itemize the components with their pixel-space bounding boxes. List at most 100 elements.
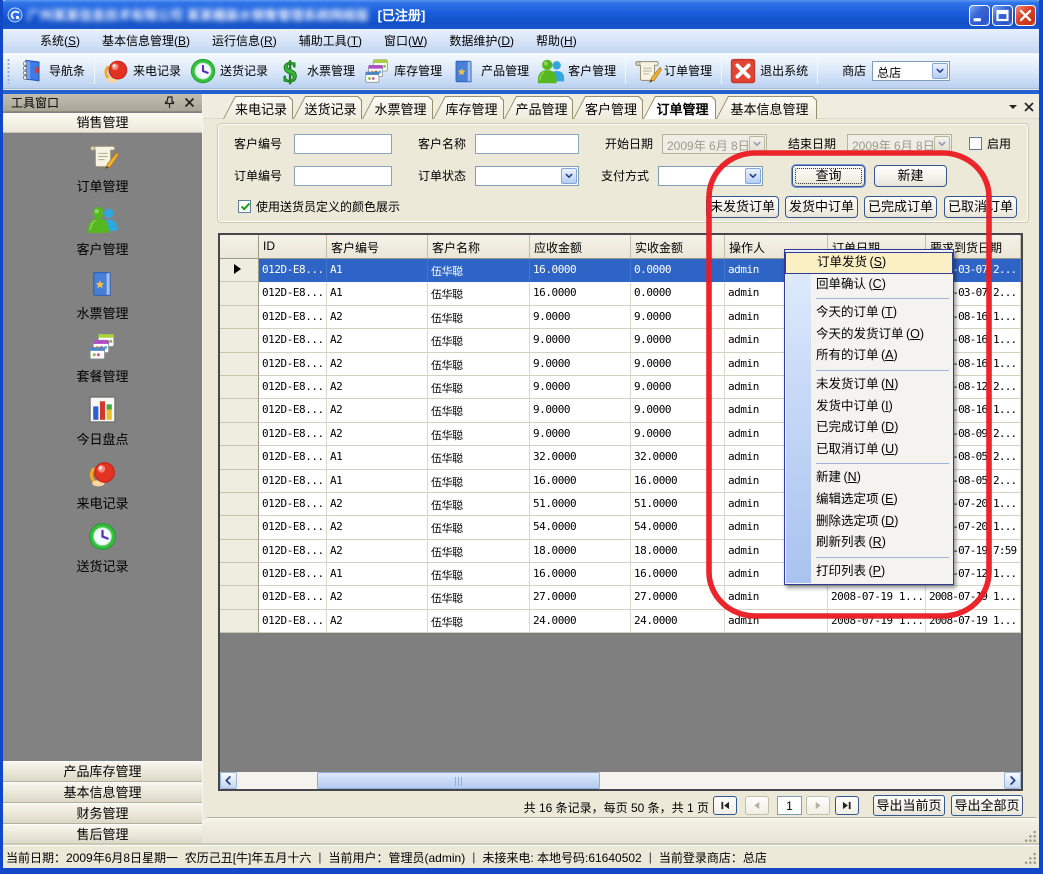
table-row-16[interactable]: 012D-E8...A2伍华聪24.000024.0000admin2008-0… (220, 610, 1021, 633)
context-menu-item-删除选定项[interactable]: 删除选定项 (D) (785, 511, 953, 533)
prev-page-button[interactable] (745, 796, 769, 815)
query-button[interactable]: 查询 (792, 165, 865, 187)
restore-button[interactable] (992, 5, 1013, 26)
end-date-picker[interactable]: 2009年 6月 8日 (847, 134, 952, 154)
context-menu-item-新建[interactable]: 新建 (N) (785, 467, 953, 489)
status-filter-button-2[interactable]: 发货中订单 (785, 196, 858, 218)
enable-checkbox[interactable] (969, 137, 982, 150)
sidebar-item-3[interactable]: 水票管理 (3, 267, 202, 322)
sidebar-stack-bar-2[interactable]: 基本信息管理 (3, 782, 202, 803)
page-number-input[interactable]: 1 (777, 796, 802, 815)
title-bar[interactable]: 广州某某信息技术有限公司 某某桶装水销售管理系统网络版 [已注册] (0, 0, 1043, 29)
column-header-2[interactable]: 客户编号 (327, 235, 428, 258)
toolbar-button-6[interactable]: 产品管理 (447, 55, 534, 87)
customer-name-input[interactable] (475, 134, 579, 154)
toolbar-button-7[interactable]: 客户管理 (534, 55, 621, 87)
cell: 2008-07-19 1... (926, 610, 1021, 633)
context-menu-item-打印列表[interactable]: 打印列表 (P) (785, 561, 953, 583)
pay-method-select[interactable] (658, 166, 763, 186)
toolbar-grip (7, 58, 10, 84)
toolbar-button-2[interactable]: 来电记录 (99, 55, 186, 87)
status-filter-button-3[interactable]: 已完成订单 (864, 196, 937, 218)
menu-item-H[interactable]: 帮助(H) (525, 31, 588, 51)
new-button[interactable]: 新建 (874, 165, 947, 187)
tab-scroll-chevron-icon[interactable] (1007, 102, 1019, 112)
column-header-4[interactable]: 应收金额 (530, 235, 631, 258)
export-current-page-button[interactable]: 导出当前页 (873, 795, 945, 816)
toolbar-button-8[interactable]: 订单管理 (630, 55, 717, 87)
menu-item-W[interactable]: 窗口(W) (373, 31, 438, 51)
toolbar-button-5[interactable]: 库存管理 (360, 55, 447, 87)
tab-8[interactable]: 基本信息管理 (716, 96, 817, 119)
order-status-select[interactable] (475, 166, 579, 186)
order-code-input[interactable] (294, 166, 392, 186)
sidebar-stack-bar-1[interactable]: 产品库存管理 (3, 761, 202, 782)
context-menu-item-未发货订单[interactable]: 未发货订单 (N) (785, 374, 953, 396)
tab-3[interactable]: 水票管理 (362, 96, 433, 119)
minimize-button[interactable] (969, 5, 990, 26)
context-menu-item-今天的订单[interactable]: 今天的订单 (T) (785, 302, 953, 324)
sidebar-item-2[interactable]: 客户管理 (3, 203, 202, 258)
column-header-1[interactable]: ID (259, 235, 327, 258)
context-menu-item-今天的发货订单[interactable]: 今天的发货订单 (O) (785, 324, 953, 346)
column-header-3[interactable]: 客户名称 (428, 235, 530, 258)
scroll-left-button[interactable] (220, 772, 237, 789)
sidebar-group-header[interactable]: 销售管理 (3, 113, 202, 133)
status-filter-button-4[interactable]: 已取消订单 (944, 196, 1017, 218)
context-menu-item-发货中订单[interactable]: 发货中订单 (I) (785, 396, 953, 418)
sidebar-item-6[interactable]: 来电记录 (3, 457, 202, 512)
tab-close-icon[interactable] (1023, 102, 1035, 112)
scrollbar-thumb[interactable] (317, 772, 600, 789)
pin-icon[interactable] (163, 96, 176, 109)
app-icon (7, 7, 23, 23)
shop-select[interactable]: 总店 (872, 61, 950, 81)
next-page-button[interactable] (806, 796, 830, 815)
customer-code-input[interactable] (294, 134, 392, 154)
cell: 伍华聪 (428, 306, 530, 329)
menu-item-T[interactable]: 辅助工具(T) (288, 31, 373, 51)
menu-item-B[interactable]: 基本信息管理(B) (91, 31, 201, 51)
context-menu-item-已完成订单[interactable]: 已完成订单 (D) (785, 417, 953, 439)
last-page-button[interactable] (835, 796, 859, 815)
toolbar-button-4[interactable]: 水票管理 (273, 55, 360, 87)
status-filter-button-1[interactable]: 未发货订单 (706, 196, 779, 218)
sidebar-item-1[interactable]: 订单管理 (3, 140, 202, 195)
close-button[interactable] (1015, 5, 1036, 26)
tab-2[interactable]: 送货记录 (293, 96, 362, 119)
close-tool-window-icon[interactable] (183, 96, 196, 109)
row-indicator (220, 493, 259, 516)
export-all-pages-button[interactable]: 导出全部页 (951, 795, 1023, 816)
tab-1[interactable]: 来电记录 (223, 96, 293, 119)
context-menu-item-回单确认[interactable]: 回单确认 (C) (785, 274, 953, 296)
tab-4[interactable]: 库存管理 (433, 96, 504, 119)
cell: 012D-E8... (259, 423, 327, 446)
context-menu-item-刷新列表[interactable]: 刷新列表 (R) (785, 532, 953, 554)
table-row-15[interactable]: 012D-E8...A2伍华聪27.000027.0000admin2008-0… (220, 586, 1021, 609)
context-menu-item-编辑选定项[interactable]: 编辑选定项 (E) (785, 489, 953, 511)
tab-5[interactable]: 产品管理 (504, 96, 573, 119)
menu-item-R[interactable]: 运行信息(R) (201, 31, 288, 51)
person-icon (536, 56, 566, 86)
start-date-picker[interactable]: 2009年 6月 8日 (662, 134, 767, 154)
sidebar-item-4[interactable]: 套餐管理 (3, 330, 202, 385)
context-menu-item-订单发货[interactable]: 订单发货 (S) (785, 252, 953, 274)
toolbar-button-1[interactable]: 导航条 (15, 55, 90, 87)
toolbar-exit-button[interactable]: 退出系统 (726, 55, 813, 87)
cell: admin (725, 586, 828, 609)
scroll-right-button[interactable] (1004, 772, 1021, 789)
sidebar-stack-bar-4[interactable]: 售后管理 (3, 824, 202, 845)
sidebar-stack-bar-3[interactable]: 财务管理 (3, 803, 202, 824)
column-header-5[interactable]: 实收金额 (631, 235, 725, 258)
first-page-button[interactable] (713, 796, 737, 815)
menu-item-S[interactable]: 系统(S) (29, 31, 91, 51)
context-menu-item-已取消订单[interactable]: 已取消订单 (U) (785, 439, 953, 461)
toolbar-button-3[interactable]: 送货记录 (186, 55, 273, 87)
sidebar-item-5[interactable]: 今日盘点 (3, 393, 202, 448)
context-menu-item-所有的订单[interactable]: 所有的订单 (A) (785, 345, 953, 367)
tab-7[interactable]: 订单管理 (643, 96, 716, 119)
sidebar-item-7[interactable]: 送货记录 (3, 520, 202, 575)
delivery-color-checkbox[interactable] (238, 200, 251, 213)
menu-item-D[interactable]: 数据维护(D) (438, 31, 525, 51)
tab-6[interactable]: 客户管理 (573, 96, 643, 119)
grid-horizontal-scrollbar[interactable] (220, 772, 1021, 789)
